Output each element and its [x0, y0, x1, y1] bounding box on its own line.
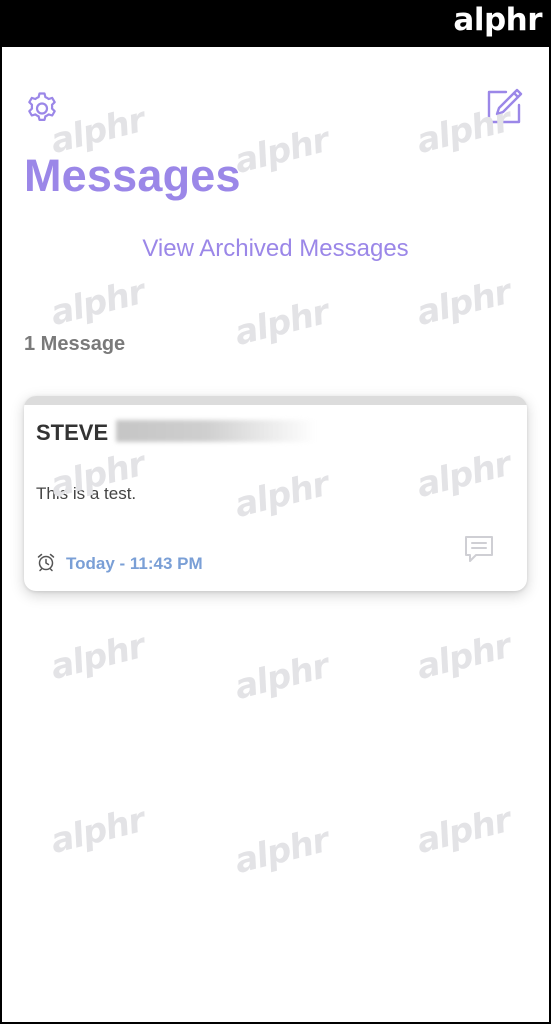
watermark: alphr	[230, 820, 333, 882]
view-archived-messages-link[interactable]: View Archived Messages	[2, 235, 549, 263]
message-sender: STEVE	[36, 420, 109, 445]
gear-icon	[28, 92, 56, 121]
message-body: This is a test.	[36, 484, 137, 503]
settings-button[interactable]	[24, 89, 60, 125]
messages-screen: alphr alphr alphr alphr alphr alphr alph…	[2, 47, 549, 1022]
watermark: alphr	[412, 272, 515, 334]
brand-logo: alphr	[453, 2, 542, 38]
page-title: Messages	[24, 150, 241, 201]
message-count: 1 Message	[24, 333, 126, 355]
message-card[interactable]: STEVE This is a test. Today - 11:43 PM	[24, 396, 527, 591]
watermark: alphr	[412, 626, 515, 688]
watermark: alphr	[46, 800, 149, 862]
compose-icon	[487, 88, 523, 124]
redacted-surname	[116, 420, 316, 442]
watermark: alphr	[230, 120, 333, 182]
reply-button[interactable]	[462, 534, 496, 566]
watermark: alphr	[230, 646, 333, 708]
message-timestamp: Today - 11:43 PM	[66, 554, 203, 573]
top-bar: alphr	[0, 0, 551, 47]
watermark: alphr	[230, 292, 333, 354]
chat-bubble-icon	[465, 536, 493, 562]
watermark: alphr	[412, 800, 515, 862]
watermark: alphr	[46, 626, 149, 688]
card-top-strip	[24, 396, 527, 405]
compose-button[interactable]	[484, 87, 524, 127]
watermark: alphr	[46, 272, 149, 334]
alarm-clock-icon	[36, 552, 56, 572]
